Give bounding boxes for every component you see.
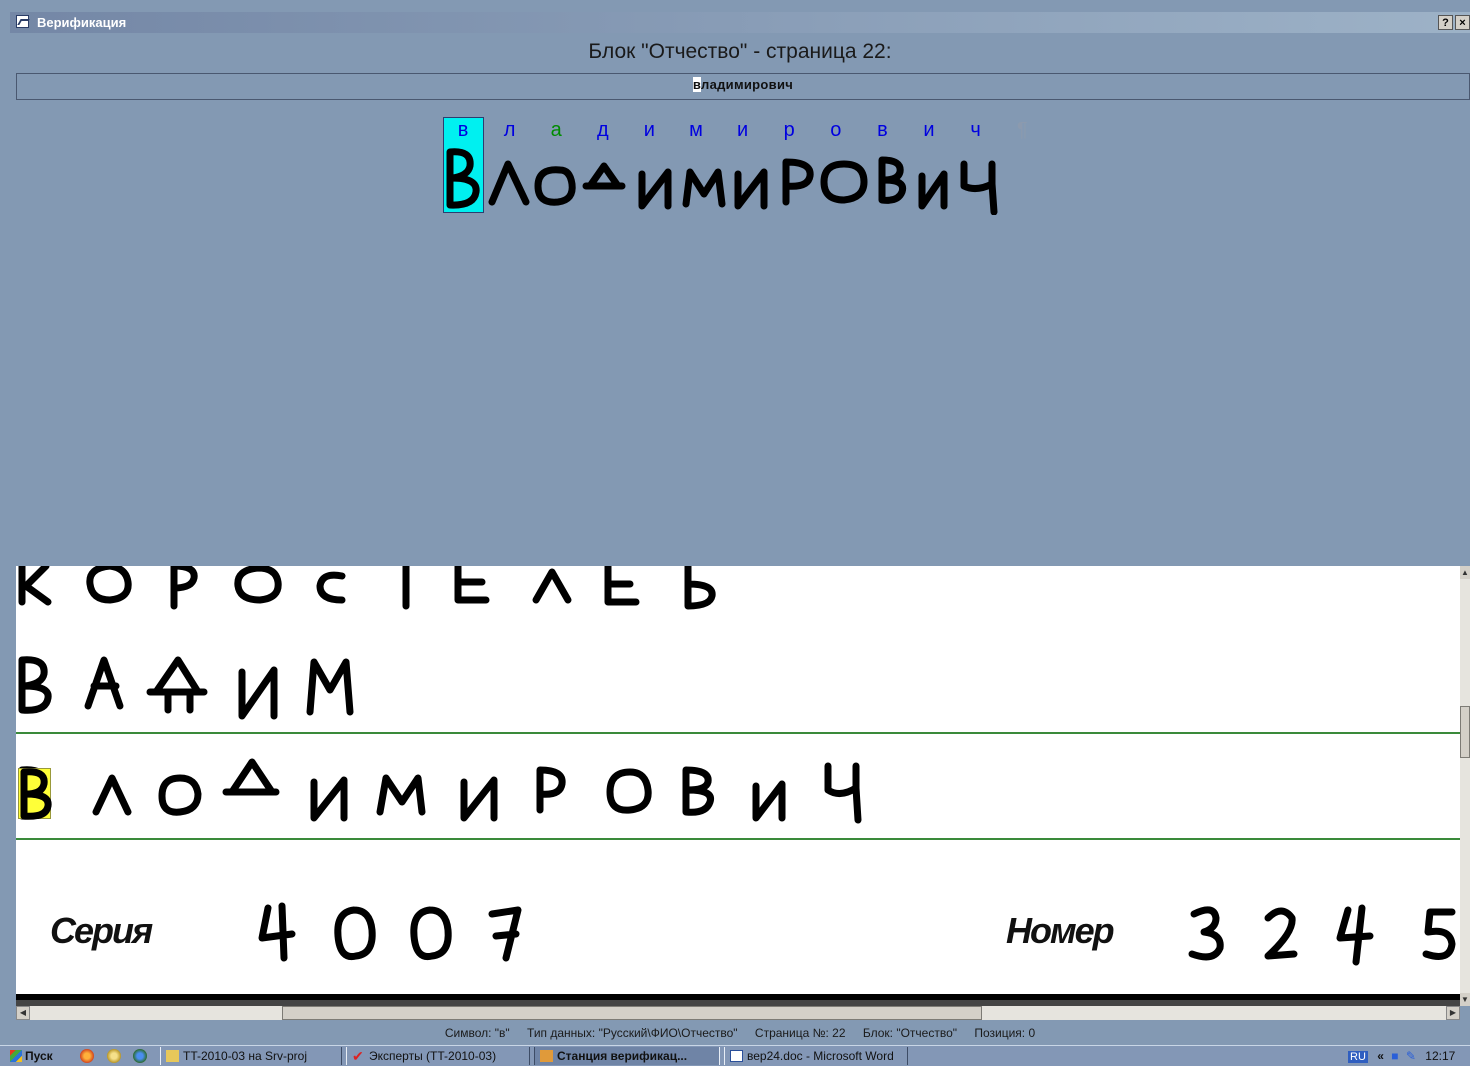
status-page: Страница №: 22	[754, 1026, 846, 1040]
recognized-letter[interactable]: р	[774, 119, 804, 142]
status-symbol: Символ: "в"	[444, 1026, 510, 1040]
recognized-letter[interactable]: ч	[961, 119, 991, 142]
status-data-type: Тип данных: "Русский\ФИО\Отчество"	[527, 1026, 738, 1040]
recognized-letter[interactable]: м	[681, 119, 711, 142]
status-block: Блок: "Отчество"	[862, 1026, 958, 1040]
tray-expand-icon[interactable]: «	[1377, 1049, 1384, 1063]
window-titlebar[interactable]: Верификация ? ×	[10, 12, 1470, 33]
start-label: Пуск	[25, 1049, 53, 1063]
vertical-scroll-thumb[interactable]	[1460, 706, 1470, 758]
horizontal-scroll-thumb[interactable]	[282, 1006, 982, 1020]
status-bar: Символ: "в" Тип данных: "Русский\ФИО\Отч…	[10, 1024, 1470, 1042]
task-word-document[interactable]: вер24.doc - Microsoft Word	[724, 1047, 908, 1065]
current-char: в	[692, 77, 702, 92]
windows-flag-icon	[10, 1050, 22, 1062]
recognized-letter[interactable]: ¶	[1007, 119, 1037, 142]
recognized-letter[interactable]: д	[588, 119, 618, 142]
document-handwriting	[16, 566, 1460, 1006]
tools-icon[interactable]	[107, 1049, 121, 1063]
recognized-letter[interactable]: и	[634, 119, 664, 142]
firefox-icon[interactable]	[80, 1049, 94, 1063]
clock: 12:17	[1425, 1049, 1456, 1063]
app-chart-icon	[16, 15, 29, 28]
close-button[interactable]: ×	[1455, 15, 1470, 30]
station-icon	[540, 1050, 553, 1062]
start-button[interactable]: Пуск	[6, 1047, 68, 1065]
number-label: Номер	[1006, 910, 1115, 951]
language-indicator[interactable]: RU	[1348, 1051, 1368, 1063]
taskbar: Пуск TT-2010-03 на Srv-proj ✔ Эксперты (T…	[0, 1045, 1470, 1066]
highlighted-glyph	[20, 768, 51, 819]
scroll-right-arrow-icon[interactable]: ▶	[1446, 1006, 1460, 1020]
row-separator	[16, 732, 1460, 734]
scroll-down-arrow-icon[interactable]: ▼	[1460, 993, 1470, 1006]
word-doc-icon	[730, 1050, 743, 1062]
recognized-letter[interactable]: и	[728, 119, 758, 142]
system-tray: RU « ■ ✎ 12:17	[1348, 1047, 1470, 1065]
recognized-letter[interactable]: л	[495, 119, 525, 142]
pen-icon[interactable]: ✎	[1406, 1049, 1416, 1063]
status-position: Позиция: 0	[974, 1026, 1036, 1040]
task-experts[interactable]: ✔ Эксперты (TT-2010-03)	[346, 1047, 530, 1065]
chrome-icon[interactable]	[133, 1049, 147, 1063]
recognized-letter[interactable]: о	[821, 119, 851, 142]
recognized-letter[interactable]: в	[867, 119, 897, 142]
task-verification-station[interactable]: Станция верификац...	[534, 1047, 720, 1065]
series-label: Серия	[50, 910, 153, 951]
scroll-up-arrow-icon[interactable]: ▲	[1460, 566, 1470, 579]
field-rest: ладимирович	[701, 77, 794, 92]
check-icon: ✔	[352, 1048, 364, 1064]
task-tt-project[interactable]: TT-2010-03 на Srv-proj	[160, 1047, 342, 1065]
handwritten-field-image	[446, 148, 998, 215]
recognized-letter[interactable]: и	[914, 119, 944, 142]
window-title: Верификация	[37, 15, 127, 30]
network-icon[interactable]: ■	[1391, 1049, 1398, 1063]
horizontal-scrollbar[interactable]: ◀ ▶	[16, 1006, 1460, 1020]
folder-icon	[166, 1050, 179, 1062]
block-title: Блок "Отчество" - страница 22:	[588, 40, 892, 63]
vertical-scrollbar[interactable]: ▲ ▼	[1460, 566, 1470, 1006]
row-separator	[16, 838, 1460, 840]
document-image-area[interactable]: Серия Номер	[16, 566, 1460, 1006]
recognized-text-field[interactable]: владимирович	[16, 73, 1470, 100]
help-button[interactable]: ?	[1438, 15, 1453, 30]
scroll-left-arrow-icon[interactable]: ◀	[16, 1006, 30, 1020]
recognized-letter[interactable]: а	[541, 119, 571, 142]
recognized-letter[interactable]: в	[448, 119, 478, 142]
